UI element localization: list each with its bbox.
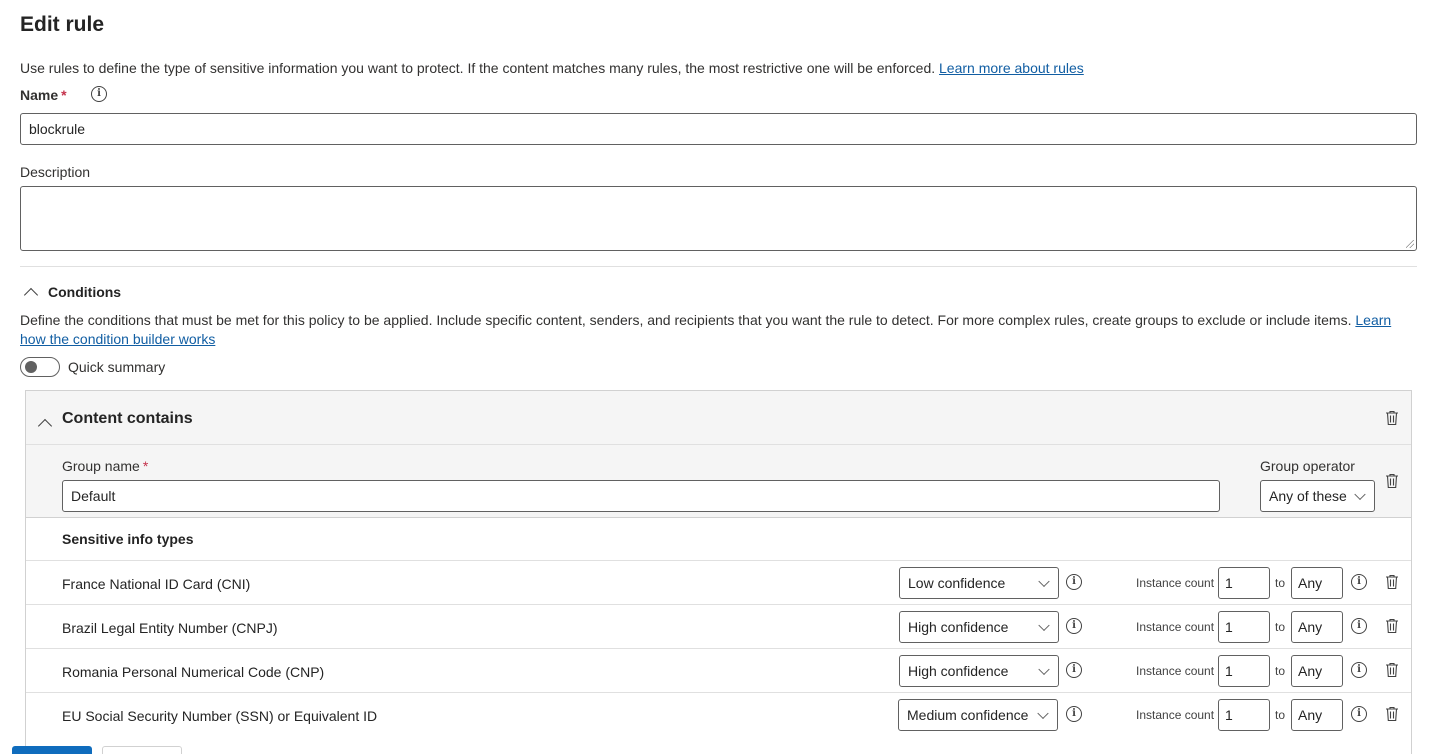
to-label: to bbox=[1275, 664, 1286, 678]
info-icon[interactable]: i bbox=[1351, 706, 1367, 722]
page-title: Edit rule bbox=[20, 13, 105, 36]
instance-min-input[interactable]: 1 bbox=[1218, 567, 1270, 599]
confidence-value: Low confidence bbox=[908, 575, 1006, 591]
content-contains-panel: Content contains Group name * Default Gro… bbox=[25, 390, 1412, 754]
group-settings: Group name * Default Group operator Any o… bbox=[26, 445, 1411, 518]
instance-min-input[interactable]: 1 bbox=[1218, 699, 1270, 731]
conditions-description: Define the conditions that must be met f… bbox=[20, 311, 1415, 349]
intro-text: Use rules to define the type of sensitiv… bbox=[20, 60, 1084, 76]
trash-icon[interactable] bbox=[1385, 574, 1399, 590]
info-icon[interactable]: i bbox=[1066, 706, 1082, 722]
toggle-knob bbox=[25, 361, 37, 373]
info-icon[interactable]: i bbox=[1351, 662, 1367, 678]
trash-icon[interactable] bbox=[1385, 473, 1399, 489]
sit-name: Brazil Legal Entity Number (CNPJ) bbox=[62, 620, 278, 636]
confidence-select[interactable]: Low confidence bbox=[899, 567, 1059, 599]
sit-name: EU Social Security Number (SSN) or Equiv… bbox=[62, 708, 378, 724]
name-label: Name * bbox=[20, 87, 67, 103]
instance-count-label: Instance count bbox=[1136, 620, 1215, 634]
confidence-value: High confidence bbox=[908, 663, 1009, 679]
trash-icon[interactable] bbox=[1385, 618, 1399, 634]
confidence-value: High confidence bbox=[908, 619, 1009, 635]
content-contains-title: Content contains bbox=[62, 410, 193, 427]
confidence-value: Medium confidence bbox=[907, 707, 1029, 723]
group-name-label-text: Group name bbox=[62, 458, 140, 474]
group-operator-select[interactable]: Any of these bbox=[1260, 480, 1375, 512]
required-mark: * bbox=[61, 87, 67, 103]
row-divider bbox=[26, 648, 1411, 649]
chevron-down-icon bbox=[1038, 663, 1050, 676]
conditions-header: Conditions bbox=[48, 284, 122, 300]
instance-min-input[interactable]: 1 bbox=[1218, 655, 1270, 687]
sit-name: Romania Personal Numerical Code (CNP) bbox=[62, 664, 325, 680]
sensitive-info-types-header: Sensitive info types bbox=[62, 531, 194, 547]
instance-min-input[interactable]: 1 bbox=[1218, 611, 1270, 643]
description-textarea[interactable] bbox=[20, 186, 1417, 251]
trash-icon[interactable] bbox=[1385, 410, 1399, 426]
instance-max-input[interactable]: Any bbox=[1291, 567, 1343, 599]
trash-icon[interactable] bbox=[1385, 706, 1399, 722]
quick-summary-toggle[interactable] bbox=[20, 357, 60, 377]
section-divider bbox=[20, 266, 1417, 267]
confidence-select[interactable]: High confidence bbox=[899, 655, 1059, 687]
row-divider bbox=[26, 560, 1411, 561]
chevron-down-icon bbox=[1354, 488, 1366, 501]
name-label-text: Name bbox=[20, 87, 59, 103]
instance-count-label: Instance count bbox=[1136, 576, 1215, 590]
info-icon[interactable]: i bbox=[1351, 618, 1367, 634]
chevron-down-icon bbox=[1038, 619, 1050, 632]
group-name-input[interactable]: Default bbox=[62, 480, 1220, 512]
instance-count-label: Instance count bbox=[1136, 708, 1215, 722]
trash-icon[interactable] bbox=[1385, 662, 1399, 678]
group-name-label: Group name * bbox=[62, 458, 148, 474]
info-icon[interactable]: i bbox=[1351, 574, 1367, 590]
content-contains-header[interactable]: Content contains bbox=[26, 391, 1411, 445]
info-icon[interactable]: i bbox=[91, 86, 107, 102]
instance-max-input[interactable]: Any bbox=[1291, 699, 1343, 731]
chevron-down-icon bbox=[1038, 575, 1050, 588]
description-label: Description bbox=[20, 164, 91, 180]
to-label: to bbox=[1275, 576, 1286, 590]
to-label: to bbox=[1275, 620, 1286, 634]
to-label: to bbox=[1275, 708, 1286, 722]
info-icon[interactable]: i bbox=[1066, 662, 1082, 678]
conditions-description-text: Define the conditions that must be met f… bbox=[20, 312, 1352, 328]
name-input[interactable]: blockrule bbox=[20, 113, 1417, 145]
cancel-button[interactable] bbox=[102, 746, 182, 754]
instance-max-input[interactable]: Any bbox=[1291, 655, 1343, 687]
sit-name: France National ID Card (CNI) bbox=[62, 576, 251, 592]
group-operator-value: Any of these bbox=[1269, 488, 1347, 504]
intro-description: Use rules to define the type of sensitiv… bbox=[20, 60, 936, 76]
row-divider bbox=[26, 692, 1411, 693]
chevron-up-icon bbox=[37, 418, 53, 434]
resize-grip[interactable] bbox=[1406, 240, 1414, 248]
row-divider bbox=[26, 604, 1411, 605]
instance-count-label: Instance count bbox=[1136, 664, 1215, 678]
chevron-up-icon bbox=[23, 287, 39, 302]
quick-summary-label: Quick summary bbox=[68, 359, 166, 375]
instance-max-input[interactable]: Any bbox=[1291, 611, 1343, 643]
info-icon[interactable]: i bbox=[1066, 618, 1082, 634]
conditions-toggle[interactable]: Conditions bbox=[23, 284, 122, 302]
learn-more-rules-link[interactable]: Learn more about rules bbox=[939, 60, 1084, 76]
info-icon[interactable]: i bbox=[1066, 574, 1082, 590]
confidence-select[interactable]: Medium confidence bbox=[898, 699, 1058, 731]
save-button[interactable] bbox=[12, 746, 92, 754]
confidence-select[interactable]: High confidence bbox=[899, 611, 1059, 643]
required-mark: * bbox=[142, 458, 149, 474]
group-operator-label: Group operator bbox=[1260, 458, 1355, 474]
chevron-down-icon bbox=[1037, 707, 1049, 720]
